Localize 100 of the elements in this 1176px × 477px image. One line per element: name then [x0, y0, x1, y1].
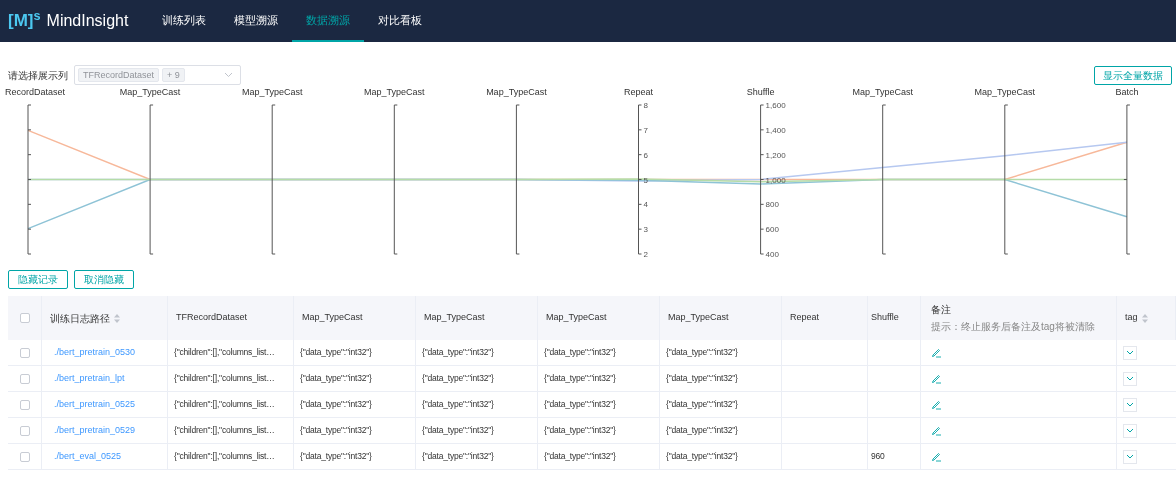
axis-tick-label: 7: [643, 125, 648, 135]
tag-dropdown[interactable]: [1123, 423, 1137, 438]
sort-icon[interactable]: [114, 313, 120, 323]
table-cell: {"data_type":"int32"}: [544, 398, 616, 411]
table-cell: {"data_type":"int32"}: [422, 346, 494, 359]
column-select[interactable]: TFRecordDataset + 9: [74, 65, 241, 85]
edit-icon[interactable]: [931, 399, 942, 410]
table-cell: {"data_type":"int32"}: [300, 398, 372, 411]
edit-icon[interactable]: [931, 425, 942, 436]
table-cell: {"data_type":"int32"}: [544, 372, 616, 385]
axis-title: Repeat: [624, 87, 653, 97]
show-all-button[interactable]: 显示全量数据: [1094, 65, 1172, 85]
column-header: Shuffle: [871, 311, 899, 325]
axis-title: RecordDataset: [5, 87, 66, 97]
checkbox[interactable]: [19, 373, 30, 384]
brand-name: MindInsight: [46, 11, 129, 31]
axis-title: Map_TypeCast: [852, 87, 913, 97]
axis-title: Batch: [1115, 87, 1139, 97]
column-header: 训练日志路径: [50, 311, 110, 326]
table-cell: {"children":[],"columns_list…: [174, 398, 275, 411]
nav-tab[interactable]: 对比看板: [364, 0, 437, 42]
edit-icon[interactable]: [931, 451, 942, 462]
column-header: TFRecordDataset: [176, 311, 248, 325]
edit-icon[interactable]: [931, 347, 942, 358]
table-cell: {"data_type":"int32"}: [544, 424, 616, 437]
axis-tick-label: 6: [643, 150, 648, 160]
tag-dropdown[interactable]: [1123, 371, 1137, 386]
log-path-link[interactable]: ./bert_pretrain_0529: [54, 423, 136, 438]
axis-tick-label: 1,200: [765, 150, 786, 160]
chevron-down-icon: [1126, 376, 1134, 381]
axis-title: Map_TypeCast: [486, 87, 547, 97]
log-path-link[interactable]: ./bert_pretrain_lpt: [54, 371, 125, 386]
axis-title: Map_TypeCast: [119, 87, 181, 97]
checkbox[interactable]: [19, 313, 30, 323]
axis-title: Map_TypeCast: [241, 87, 303, 97]
table-cell: {"data_type":"int32"}: [300, 346, 372, 359]
sort-icon[interactable]: [1141, 313, 1148, 323]
nav-tab[interactable]: 训练列表: [148, 0, 221, 42]
table-cell: 960: [871, 450, 885, 463]
action-button[interactable]: 取消隐藏: [74, 270, 134, 289]
checkbox[interactable]: [19, 425, 30, 436]
axis-tick-label: 400: [765, 250, 779, 257]
log-path-link[interactable]: ./bert_pretrain_0530: [54, 345, 136, 360]
chevron-down-icon: [1126, 402, 1134, 407]
axis-tick-label: 2: [643, 250, 648, 257]
table-cell: {"data_type":"int32"}: [300, 372, 372, 385]
edit-icon[interactable]: [931, 373, 942, 384]
axis-tick-label: 1,600: [765, 101, 786, 110]
tag-dropdown[interactable]: [1123, 397, 1137, 412]
logo: [M]$^{s}$: [8, 8, 41, 33]
table-cell: {"data_type":"int32"}: [422, 398, 494, 411]
table-cell: {"data_type":"int32"}: [666, 372, 738, 385]
table-cell: {"children":[],"columns_list…: [174, 372, 275, 385]
checkbox[interactable]: [19, 451, 30, 462]
checkbox[interactable]: [19, 347, 30, 358]
table-cell: {"data_type":"int32"}: [300, 424, 372, 437]
column-hint: 提示：终止服务后备注及tag将被清除: [931, 320, 1095, 334]
axis-tick-label: 3: [643, 225, 648, 235]
table-cell: {"data_type":"int32"}: [544, 450, 616, 463]
axis-tick-label: 800: [765, 200, 779, 210]
column-header: Map_TypeCast: [302, 311, 363, 325]
table-cell: {"data_type":"int32"}: [666, 450, 738, 463]
axis-title: Shuffle: [746, 87, 775, 97]
axis-title: Map_TypeCast: [974, 87, 1036, 97]
column-header: Map_TypeCast: [668, 311, 729, 325]
axis-tick-label: 1,000: [765, 175, 786, 185]
table-cell: {"data_type":"int32"}: [422, 372, 494, 385]
checkbox[interactable]: [19, 399, 30, 410]
table-cell: {"data_type":"int32"}: [422, 450, 494, 463]
table-cell: {"children":[],"columns_list…: [174, 424, 275, 437]
nav-tab[interactable]: 模型溯源: [220, 0, 293, 42]
chevron-down-icon: [1126, 428, 1134, 433]
column-header: Map_TypeCast: [424, 311, 485, 325]
column-header: tag: [1125, 311, 1138, 325]
table-cell: {"data_type":"int32"}: [300, 450, 372, 463]
table-cell: {"data_type":"int32"}: [422, 424, 494, 437]
table-cell: {"children":[],"columns_list…: [174, 346, 275, 359]
log-path-link[interactable]: ./bert_eval_0525: [54, 449, 122, 464]
nav-tab[interactable]: 数据溯源: [292, 0, 365, 42]
column-header: 备注: [931, 303, 952, 317]
axis-tick-label: 600: [765, 225, 779, 235]
tag-dropdown[interactable]: [1123, 345, 1137, 360]
axis-tick-label: 4: [643, 200, 648, 210]
table-cell: {"data_type":"int32"}: [666, 398, 738, 411]
action-button[interactable]: 隐藏记录: [8, 270, 68, 289]
axis-title: Map_TypeCast: [364, 87, 425, 97]
axis-tick-label: 5: [643, 175, 648, 185]
axis-tick-label: 8: [643, 101, 648, 110]
table-cell: {"data_type":"int32"}: [544, 346, 616, 359]
axis-tick-label: 1,400: [765, 125, 786, 135]
table-cell: {"data_type":"int32"}: [666, 424, 738, 437]
log-path-link[interactable]: ./bert_pretrain_0525: [54, 397, 136, 412]
select-tag: + 9: [162, 68, 185, 82]
chevron-down-icon: [1126, 454, 1134, 459]
select-tag: TFRecordDataset: [78, 68, 160, 82]
chevron-down-icon: [224, 72, 233, 78]
column-header: Map_TypeCast: [546, 311, 607, 325]
column-header: Repeat: [790, 311, 820, 325]
chevron-down-icon: [1126, 350, 1134, 355]
tag-dropdown[interactable]: [1123, 449, 1137, 464]
